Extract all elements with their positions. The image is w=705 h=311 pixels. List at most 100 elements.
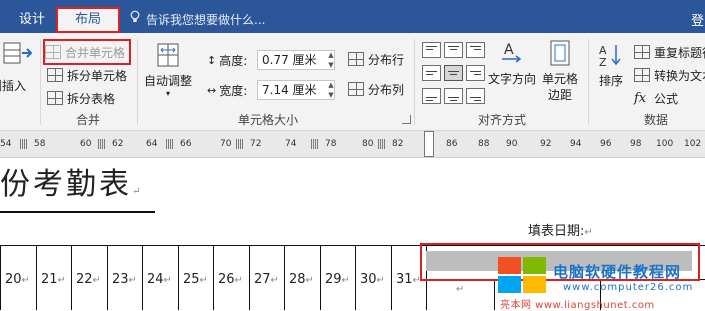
ruler-number: 54 [0, 139, 12, 149]
merge-cells-button[interactable]: 合并单元格 [42, 39, 132, 65]
text-direction-button[interactable]: A 文字方向 [486, 39, 538, 87]
ruler-number: 60 [80, 139, 92, 149]
cell-end-mark: ↵ [128, 275, 137, 286]
table-column-border [71, 245, 72, 310]
ruler-column-marker[interactable] [378, 139, 386, 149]
cell-end-mark: ↵ [376, 275, 385, 286]
insert-column-icon [3, 42, 33, 64]
distribute-rows-button[interactable]: 分布行 [348, 48, 404, 70]
day-number-cell[interactable]: 26↵ [218, 272, 243, 287]
convert-to-text-icon [634, 68, 650, 82]
align-top-center-button[interactable] [444, 42, 463, 58]
paragraph-mark: ↵ [584, 227, 593, 238]
cell-margins-button[interactable]: 单元格 边距 [540, 39, 580, 103]
paragraph-mark: ↵ [132, 186, 144, 197]
cell-end-mark: ↵ [270, 275, 279, 286]
day-number-cell[interactable]: 23↵ [112, 272, 137, 287]
login-link[interactable]: 登 [691, 10, 705, 29]
split-table-label: 拆分表格 [67, 91, 116, 106]
cell-end-mark: ↵ [57, 275, 66, 286]
day-number-cell[interactable]: 27↵ [254, 272, 279, 287]
sort-button[interactable]: A Z 排序 [594, 41, 628, 89]
tab-design[interactable]: 设计 [12, 7, 52, 33]
cell-end-mark: ↵ [199, 275, 208, 286]
data-group-label: 数据 [644, 113, 669, 127]
cell-margins-icon [550, 40, 570, 66]
day-number-cell[interactable]: 20↵ [5, 272, 30, 287]
ruler-number: 58 [34, 139, 46, 149]
repeat-header-label: 重复标题行 [654, 45, 705, 60]
svg-text:A: A [504, 42, 514, 58]
insert-column-button[interactable] [0, 39, 36, 71]
split-table-button[interactable]: 拆分表格 [47, 87, 115, 109]
row-height-spinner[interactable]: ▲ ▼ [326, 50, 336, 70]
align-bottom-right-button[interactable] [466, 88, 485, 104]
height-label: ↕ 高度: [207, 49, 247, 71]
ribbon-tab-bar: 设计 布局 告诉我您想要做什么... 登 [0, 0, 705, 33]
ruler-number: 90 [506, 139, 518, 149]
ruler-number: 96 [600, 139, 612, 149]
convert-to-text-button[interactable]: 转换为文本 [634, 64, 705, 86]
table-column-border [249, 245, 250, 310]
insert-column-label: 侧插入 [0, 78, 27, 93]
ruler-number: 94 [570, 139, 582, 149]
column-width-input[interactable]: 7.14 厘米 [257, 80, 335, 100]
align-middle-right-button[interactable] [466, 65, 485, 81]
distribute-columns-label: 分布列 [368, 82, 405, 97]
merge-group-label: 合并 [76, 113, 101, 127]
split-cells-button[interactable]: 拆分单元格 [47, 64, 127, 86]
day-number-cell[interactable]: 29↵ [325, 272, 350, 287]
align-top-left-button[interactable] [422, 42, 441, 58]
cell-size-dialog-launcher[interactable] [402, 115, 411, 124]
day-number-cell[interactable]: 28↵ [289, 272, 314, 287]
column-marker[interactable] [424, 131, 434, 157]
ruler-column-marker[interactable] [311, 139, 319, 149]
table-column-border [36, 245, 37, 310]
day-number-cell[interactable]: 30↵ [360, 272, 385, 287]
align-top-right-button[interactable] [466, 42, 485, 58]
ruler-column-marker[interactable] [20, 139, 28, 149]
width-label-text: 宽度: [219, 83, 248, 98]
group-separator [588, 39, 589, 125]
day-number-cell[interactable]: 24↵ [147, 272, 172, 287]
align-bottom-center-button[interactable] [444, 88, 463, 104]
paragraph-mark: ↵ [456, 284, 465, 295]
autofit-label: 自动调整 [143, 74, 192, 88]
align-middle-center-button[interactable] [444, 65, 463, 81]
day-number-cell[interactable]: 25↵ [183, 272, 208, 287]
ruler-column-marker[interactable] [166, 139, 174, 149]
ruler-number: 100 [656, 139, 674, 149]
formula-label: 公式 [654, 91, 679, 106]
autofit-button[interactable]: 自动调整 ▾ [142, 41, 194, 99]
repeat-header-rows-button[interactable]: 重复标题行 [634, 41, 705, 63]
column-width-spinner[interactable]: ▲ ▼ [326, 80, 336, 100]
svg-text:Z: Z [599, 56, 607, 69]
distribute-columns-icon [348, 82, 364, 96]
table-column-border [213, 245, 214, 310]
watermark-site-name: 电脑软硬件教程网 www.computer26.com [553, 261, 693, 293]
tab-layout[interactable]: 布局 [56, 7, 120, 33]
document-title[interactable]: 份考勤表↵ [0, 166, 156, 213]
sort-label: 排序 [598, 74, 623, 88]
distribute-columns-button[interactable]: 分布列 [348, 78, 404, 100]
ruler-column-marker[interactable] [98, 139, 106, 149]
formula-button[interactable]: fx 公式 [634, 87, 678, 109]
convert-to-text-label: 转换为文本 [654, 68, 705, 83]
row-height-input[interactable]: 0.77 厘米 [257, 50, 335, 70]
align-bottom-left-button[interactable] [422, 88, 441, 104]
tell-me-search[interactable]: 告诉我您想要做什么... [128, 10, 265, 30]
day-number-cell[interactable]: 22↵ [76, 272, 101, 287]
horizontal-ruler[interactable]: 54 58 60 62 64 66 70 72 74 78 80 82 86 88 90 92 94 96 98 10… [0, 131, 705, 158]
table-column-border [494, 279, 495, 310]
day-number-cell[interactable]: 21↵ [41, 272, 66, 287]
day-number-cell[interactable]: 31↵ [396, 272, 421, 287]
watermark-url-2: 亮本网 www.liangshunet.com [500, 300, 655, 311]
ruler-number: 80 [362, 139, 374, 149]
ruler-column-marker[interactable] [236, 139, 244, 149]
document-page[interactable]: 份考勤表↵ 填表日期:↵ 20↵ 21↵ 22↵ 23↵ 24↵ 25↵ 26↵ 27↵ 28↵… [0, 158, 705, 311]
align-middle-left-button[interactable] [422, 65, 441, 81]
distribute-rows-icon [348, 52, 364, 66]
table-column-border [355, 245, 356, 310]
merge-cells-icon [45, 45, 61, 59]
cell-size-group-label: 单元格大小 [238, 113, 299, 127]
